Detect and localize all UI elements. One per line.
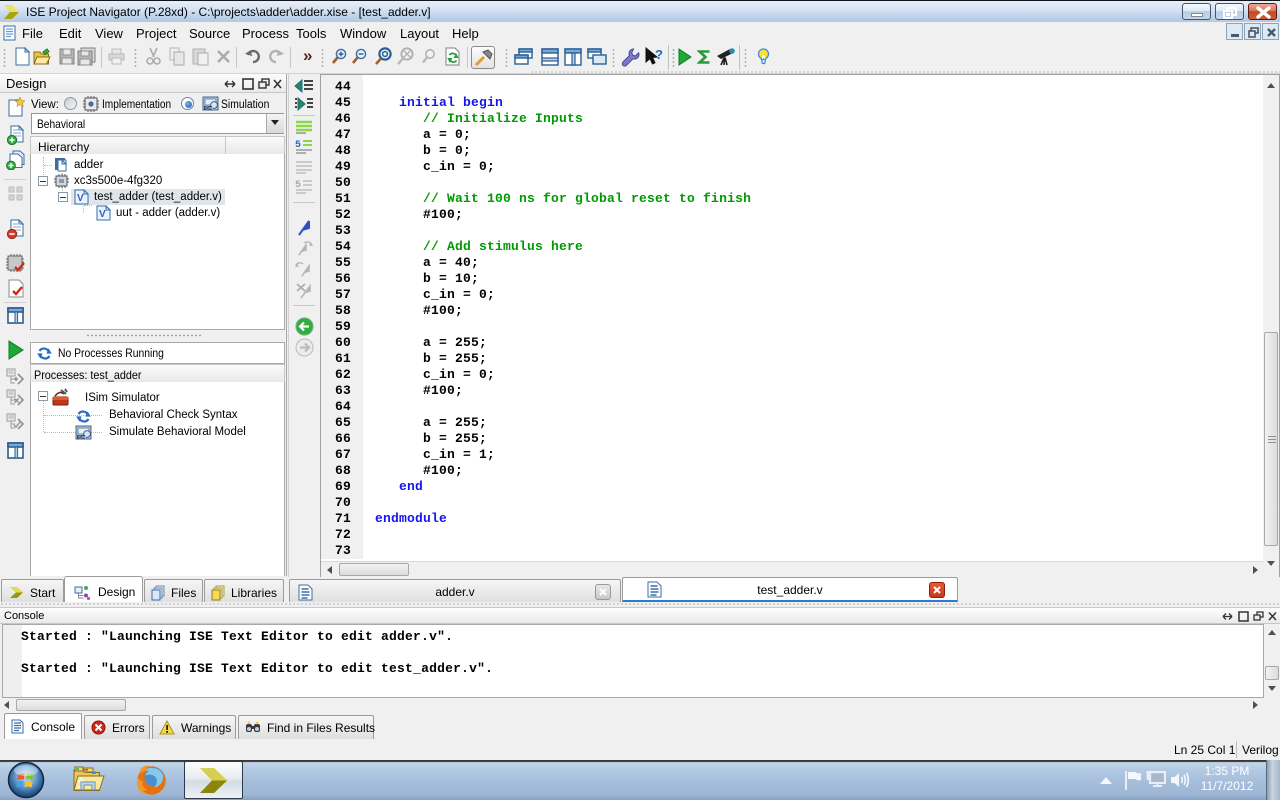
svg-text:ISim: ISim [78,435,87,440]
svg-text:V: V [77,193,84,204]
svg-text:ISim: ISim [205,106,214,111]
svg-text:V: V [99,209,106,220]
svg-text:?: ? [655,47,663,62]
